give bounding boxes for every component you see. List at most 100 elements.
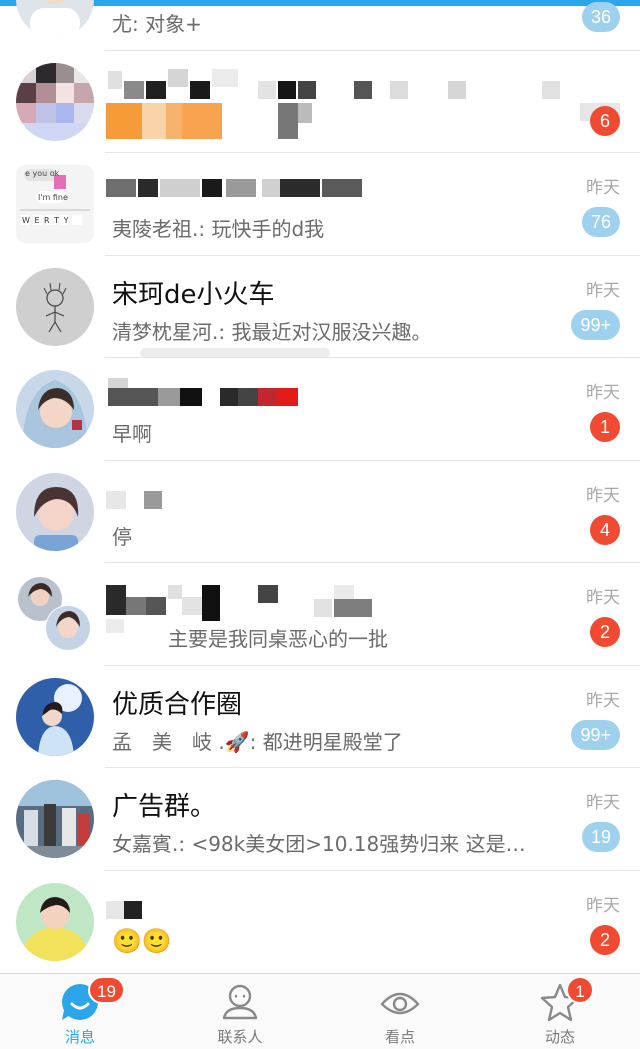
- avatar: [16, 472, 94, 551]
- tab-label: 动态: [544, 1028, 575, 1046]
- tab-label: 看点: [384, 1028, 415, 1046]
- redacted-name: [146, 597, 166, 615]
- redacted-name: [144, 490, 162, 509]
- timestamp: 昨天: [586, 280, 620, 301]
- redacted-name: [168, 68, 188, 87]
- redacted-name: [258, 585, 278, 603]
- timestamp: 昨天: [586, 793, 620, 813]
- redacted-preview: [182, 102, 222, 139]
- bottom-tab-bar: 19 消息 联系人 看点 1 动态: [0, 973, 640, 1049]
- avatar: [16, 0, 94, 38]
- conversation-name: 优质合作圈: [112, 689, 243, 720]
- unread-badge: 76: [581, 207, 620, 237]
- unread-badge: 19: [581, 822, 620, 852]
- redacted-preview: [106, 102, 142, 139]
- contact-person-icon: [222, 984, 258, 1020]
- unread-badge: 4: [590, 514, 620, 545]
- conversation-row[interactable]: e you ok I'm fine W E R T Y 昨天 夷陵老祖.: 玩快…: [0, 153, 640, 256]
- tab-badge: 1: [566, 976, 594, 1004]
- redacted-name: [190, 80, 210, 99]
- tab-discover[interactable]: 看点: [320, 974, 480, 1049]
- redacted-name: [168, 585, 182, 599]
- unread-badge: 99+: [571, 309, 620, 340]
- redacted-name: [262, 179, 280, 197]
- redacted-name: [212, 68, 238, 87]
- tab-moments[interactable]: 1 动态: [480, 974, 640, 1049]
- conversation-preview: 主要是我同桌恶心的一批: [168, 627, 388, 651]
- redacted-name: [334, 585, 354, 599]
- avatar: [16, 62, 94, 141]
- redacted-smudge: [140, 347, 330, 358]
- timestamp: 昨天: [586, 895, 620, 916]
- redacted-name: [226, 179, 256, 197]
- unread-badge: 36: [581, 2, 620, 32]
- redacted-name: [314, 599, 332, 617]
- unread-badge: 2: [590, 617, 620, 647]
- redacted-name: [106, 900, 124, 919]
- avatar: [16, 677, 94, 756]
- redacted-name: [220, 388, 238, 406]
- redacted-name: [280, 179, 320, 197]
- conversation-row[interactable]: 昨天 主要是我同桌恶心的一批 2: [0, 563, 640, 666]
- redacted-name: [158, 388, 180, 406]
- conversation-preview: 女嘉賓.: <98k美女团>10.18强势归来 这是…: [112, 832, 526, 856]
- avatar: [16, 575, 94, 653]
- redacted-name: [390, 80, 408, 99]
- conversation-row[interactable]: 优质合作圈 昨天 孟 美 岐 .🚀: 都进明星殿堂了 99+: [0, 666, 640, 768]
- conversation-name: 宋珂de小火车: [112, 279, 275, 310]
- conversation-row[interactable]: 昨天 停 4: [0, 461, 640, 563]
- eye-icon: [380, 992, 420, 1015]
- timestamp: 昨天: [586, 485, 620, 506]
- tab-label: 联系人: [217, 1028, 263, 1046]
- conversation-preview: 早啊: [112, 422, 152, 446]
- redacted-name: [124, 900, 142, 919]
- redacted-name: [126, 597, 146, 615]
- tab-messages[interactable]: 19 消息: [0, 974, 160, 1049]
- redacted-name: [182, 597, 202, 615]
- redacted-name: [108, 388, 158, 406]
- redacted-name: [160, 179, 200, 197]
- redacted-preview: [298, 102, 312, 123]
- redacted-name: [106, 490, 126, 509]
- timestamp: 昨天: [586, 178, 620, 198]
- conversation-row[interactable]: 6: [0, 51, 640, 153]
- conversation-row[interactable]: 尤: 对象+ 36: [0, 0, 640, 51]
- avatar: [16, 882, 94, 961]
- redacted-name: [322, 179, 362, 197]
- redacted-name: [108, 70, 122, 89]
- tab-contacts[interactable]: 联系人: [160, 974, 320, 1049]
- keyboard-thumb-text: e you ok: [25, 169, 60, 178]
- conversation-row[interactable]: 昨天 早啊 1: [0, 358, 640, 461]
- keyboard-thumb-keys: W E R T Y: [22, 216, 70, 225]
- redacted-name: [298, 80, 316, 99]
- redacted-name: [202, 585, 220, 621]
- redacted-name: [106, 179, 136, 197]
- redacted-name: [542, 80, 560, 99]
- redacted-name: [180, 388, 202, 406]
- redacted-preview: [142, 102, 166, 139]
- conversation-row[interactable]: 昨天 🙂🙂 2: [0, 871, 640, 974]
- conversation-row[interactable]: 广告群。 昨天 女嘉賓.: <98k美女团>10.18强势归来 这是… 19: [0, 768, 640, 871]
- tab-label: 消息: [64, 1028, 95, 1046]
- conversation-preview: 🙂🙂: [112, 926, 172, 955]
- unread-badge: 6: [590, 105, 620, 136]
- conversation-preview: 孟 美 岐 .🚀: 都进明星殿堂了: [112, 729, 403, 754]
- avatar: e you ok I'm fine W E R T Y: [16, 165, 94, 243]
- conversation-row[interactable]: 宋珂de小火车 昨天 清梦枕星河.: 我最近对汉服没兴趣。 99+: [0, 256, 640, 358]
- avatar: [16, 370, 94, 448]
- avatar: [16, 267, 94, 346]
- avatar: [16, 780, 94, 858]
- timestamp: 昨天: [586, 588, 620, 608]
- redacted-name: [258, 388, 278, 406]
- redacted-name: [354, 80, 372, 99]
- keyboard-thumb-text: I'm fine: [38, 193, 68, 202]
- timestamp: 昨天: [586, 690, 620, 711]
- redacted-name: [448, 80, 466, 99]
- unread-badge: 2: [590, 924, 620, 955]
- redacted-name: [106, 585, 126, 615]
- redacted-preview: [278, 102, 298, 139]
- redacted-name: [238, 388, 258, 406]
- conversation-list[interactable]: 尤: 对象+ 36 6 e you ok I'm fine W E R T Y …: [0, 0, 640, 973]
- redacted-name: [278, 80, 296, 99]
- unread-badge: 1: [590, 412, 620, 442]
